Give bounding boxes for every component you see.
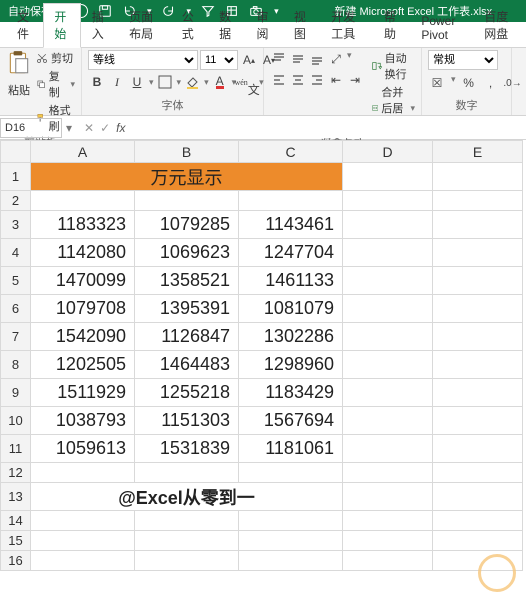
row-header[interactable]: 1 [1,163,31,191]
merged-title-cell[interactable]: 万元显示 [31,163,343,191]
worksheet-grid[interactable]: A B C D E 1 万元显示 2 311833231079285114346… [0,140,523,571]
fill-color-button[interactable] [183,73,201,91]
cut-button[interactable]: 剪切 [36,50,75,66]
touch-indicator-icon [478,554,516,592]
phonetic-button[interactable]: wén文 [238,73,256,91]
table-row: 15 [1,531,523,551]
table-row: 9151192912552181183429 [1,379,523,407]
table-row: 5147009913585211461133 [1,267,523,295]
footer-text-cell[interactable]: @Excel从零到一 [31,483,343,511]
tab-review[interactable]: 审阅 [246,3,283,47]
comma-button[interactable]: , [482,74,500,92]
underline-button[interactable]: U [128,73,146,91]
column-header[interactable]: D [343,141,433,163]
ribbon: 粘贴 剪切 复制▾ 格式刷 剪贴板 等线 11 A▴ A▾ B I U▾ ▾ [0,48,526,116]
table-row: 8120250514644831298960 [1,351,523,379]
indent-dec-button[interactable]: ⇤ [327,71,345,89]
name-box-dropdown[interactable]: ▾ [62,121,76,135]
ribbon-tabs: 文件 开始 插入 页面布局 公式 数据 审阅 视图 开发工具 帮助 Power … [0,22,526,48]
number-format-select[interactable]: 常规 [428,50,498,70]
tab-view[interactable]: 视图 [283,3,320,47]
group-label-font: 字体 [88,97,257,114]
table-row: 14 [1,511,523,531]
table-row: 12 [1,463,523,483]
tab-devtools[interactable]: 开发工具 [320,3,373,47]
currency-button[interactable]: ☒ [428,74,446,92]
cancel-formula-icon[interactable]: ✕ [84,121,94,135]
tab-pagelayout[interactable]: 页面布局 [118,3,171,47]
formula-bar: D16 ▾ ✕ ✓ fx [0,116,526,140]
inc-decimal-button[interactable]: .0→ [504,74,522,92]
tab-data[interactable]: 数据 [208,3,245,47]
column-header[interactable]: E [433,141,523,163]
table-row: 13@Excel从零到一 [1,483,523,511]
table-row: 11105961315318391181061 [1,435,523,463]
align-right-button[interactable] [308,71,326,89]
enter-formula-icon[interactable]: ✓ [100,121,110,135]
bold-button[interactable]: B [88,73,106,91]
orientation-button[interactable]: ⤢ [327,50,345,68]
select-all-corner[interactable] [1,141,31,163]
wrap-text-button[interactable]: 自动换行 [372,50,415,82]
table-row: 16 [1,551,523,571]
tab-powerpivot[interactable]: Power Pivot [410,9,473,47]
tab-formulas[interactable]: 公式 [171,3,208,47]
tab-home[interactable]: 开始 [43,3,80,48]
name-box[interactable]: D16 [0,118,62,138]
table-row: 4114208010696231247704 [1,239,523,267]
formula-input[interactable] [133,118,526,138]
paste-button[interactable]: 粘贴 [6,50,32,98]
border-button[interactable] [156,73,174,91]
column-header[interactable]: C [239,141,343,163]
tab-baidu[interactable]: 百度网盘 [473,3,526,47]
align-left-button[interactable] [270,71,288,89]
fx-icon[interactable]: fx [116,121,125,135]
percent-button[interactable]: % [460,74,478,92]
table-row: 10103879311513031567694 [1,407,523,435]
copy-button[interactable]: 复制▾ [36,68,75,100]
align-bottom-button[interactable] [308,50,326,68]
font-name-select[interactable]: 等线 [88,50,198,70]
italic-button[interactable]: I [108,73,126,91]
indent-inc-button[interactable]: ⇥ [346,71,364,89]
align-middle-button[interactable] [289,50,307,68]
align-top-button[interactable] [270,50,288,68]
column-header[interactable]: A [31,141,135,163]
font-color-button[interactable]: A [211,73,229,91]
group-label-number: 数字 [428,97,505,114]
tab-file[interactable]: 文件 [6,3,43,47]
align-center-button[interactable] [289,71,307,89]
font-size-select[interactable]: 11 [200,50,238,70]
table-row: 6107970813953911081079 [1,295,523,323]
table-row: 2 [1,191,523,211]
column-header[interactable]: B [135,141,239,163]
table-row: 3118332310792851143461 [1,211,523,239]
table-row: 1 万元显示 [1,163,523,191]
table-row: 7154209011268471302286 [1,323,523,351]
tab-help[interactable]: 帮助 [373,3,410,47]
